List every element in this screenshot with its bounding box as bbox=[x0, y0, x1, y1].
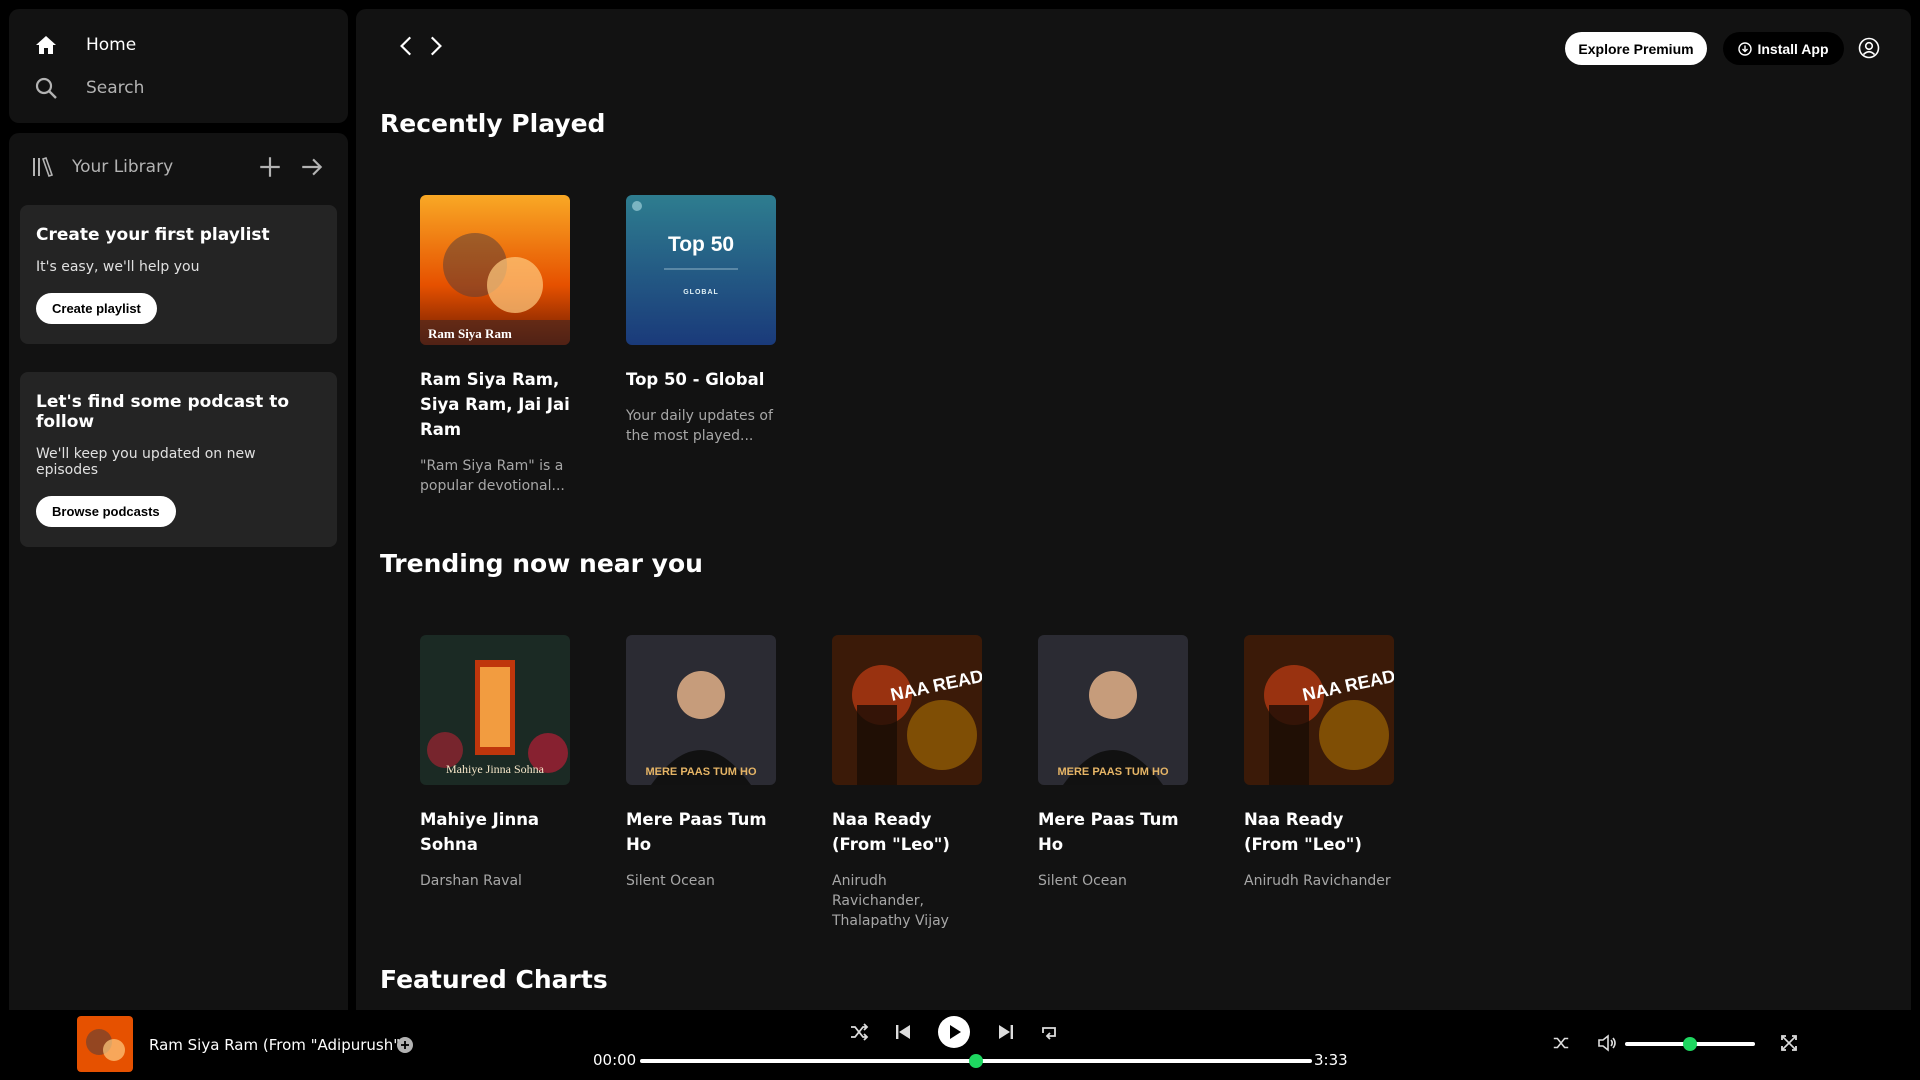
volume-handle[interactable] bbox=[1683, 1037, 1697, 1051]
recent-item-title: Top 50 - Global bbox=[626, 370, 765, 389]
recent-item-top-50-global[interactable]: Top 50 GLOBAL Top 50 - Global Your daily… bbox=[626, 195, 776, 446]
trending-item-title: Naa Ready (From "Leo") bbox=[832, 810, 950, 854]
podcast-card: Let's find some podcast to follow We'll … bbox=[20, 372, 337, 547]
podcast-card-title: Let's find some podcast to follow bbox=[36, 392, 290, 432]
trending-item-naa-ready[interactable]: NAA READY Naa Ready (From "Leo") Anirudh… bbox=[1244, 635, 1394, 891]
ram-siya-ram-cover: Ram Siya Ram bbox=[420, 195, 570, 345]
mere-paas-tum-ho-cover: MERE PAAS TUM HO bbox=[1038, 635, 1188, 785]
trending-item-mahiye-jinna-sohna[interactable]: Mahiye Jinna Sohna Mahiye Jinna Sohna Da… bbox=[420, 635, 570, 891]
add-to-library-icon[interactable] bbox=[396, 1036, 414, 1054]
naa-ready-cover: NAA READY bbox=[1244, 635, 1394, 785]
naa-ready-cover: NAA READY bbox=[832, 635, 982, 785]
recent-item-subtitle: "Ram Siya Ram" is a popular devotional..… bbox=[420, 458, 565, 494]
user-icon[interactable] bbox=[1858, 37, 1880, 59]
home-icon bbox=[36, 35, 56, 54]
trending-item-title: Naa Ready (From "Leo") bbox=[1244, 810, 1362, 854]
featured-charts-title: Featured Charts bbox=[380, 965, 608, 994]
back-arrow-icon[interactable] bbox=[394, 33, 420, 59]
trending-item-title: Mere Paas Tum Ho bbox=[626, 810, 767, 854]
volume-slider[interactable] bbox=[1625, 1037, 1755, 1051]
install-app-label: Install App bbox=[1757, 40, 1829, 57]
forward-arrow-icon[interactable] bbox=[422, 33, 448, 59]
nav-home-label: Home bbox=[86, 34, 137, 55]
trending-item-title: Mahiye Jinna Sohna bbox=[420, 810, 540, 854]
fullscreen-icon[interactable] bbox=[1780, 1034, 1798, 1052]
podcast-card-subtitle: We'll keep you updated on new episodes bbox=[36, 446, 256, 478]
shuffle-small-icon[interactable] bbox=[1552, 1034, 1570, 1052]
top-50-global-cover: Top 50 GLOBAL bbox=[626, 195, 776, 345]
app-root: Home Search Your Library Create your fir… bbox=[0, 0, 1920, 1080]
library-label[interactable]: Your Library bbox=[72, 157, 241, 177]
ram-siya-ram-cover-text: Ram Siya Ram bbox=[428, 326, 512, 341]
mere-paas-cover-text: MERE PAAS TUM HO bbox=[1057, 766, 1168, 778]
trending-item-subtitle: Silent Ocean bbox=[626, 873, 715, 889]
trending-item-mere-paas-tum-ho[interactable]: MERE PAAS TUM HO Mere Paas Tum Ho Silent… bbox=[1038, 635, 1188, 891]
trending-item-subtitle: Anirudh Ravichander, Thalapathy Vijay bbox=[832, 873, 949, 929]
trending-item-naa-ready[interactable]: NAA READY Naa Ready (From "Leo") Anirudh… bbox=[832, 635, 982, 931]
mahiye-jinna-sohna-cover: Mahiye Jinna Sohna bbox=[420, 635, 570, 785]
library-panel: Your Library Create your first playlist … bbox=[9, 133, 348, 1010]
top-50-cover-subtext: GLOBAL bbox=[683, 289, 719, 296]
recent-item-ram-siya-ram[interactable]: Ram Siya Ram Ram Siya Ram, Siya Ram, Jai… bbox=[420, 195, 570, 496]
trending-item-mere-paas-tum-ho[interactable]: MERE PAAS TUM HO Mere Paas Tum Ho Silent… bbox=[626, 635, 776, 891]
player-bar: Ram Siya Ram (From "Adipurush") 00:00 3:… bbox=[0, 1010, 1920, 1080]
arrow-right-icon[interactable] bbox=[299, 154, 325, 180]
install-app-button[interactable]: Install App bbox=[1723, 32, 1844, 65]
browse-podcasts-button[interactable]: Browse podcasts bbox=[36, 496, 176, 527]
now-playing-cover[interactable] bbox=[77, 1016, 133, 1072]
repeat-icon[interactable] bbox=[1039, 1022, 1059, 1042]
previous-track-icon[interactable] bbox=[894, 1023, 912, 1041]
recently-played-title: Recently Played bbox=[380, 109, 606, 138]
nav-search[interactable]: Search bbox=[34, 66, 323, 109]
library-icon[interactable] bbox=[32, 156, 54, 178]
progress-bar[interactable] bbox=[640, 1054, 1312, 1068]
sidebar-nav: Home Search bbox=[9, 9, 348, 123]
next-track-icon[interactable] bbox=[997, 1023, 1015, 1041]
recent-item-subtitle: Your daily updates of the most played... bbox=[626, 408, 773, 444]
search-icon bbox=[35, 77, 57, 99]
top-50-cover-text: Top 50 bbox=[668, 233, 734, 256]
create-playlist-title: Create your first playlist bbox=[36, 225, 270, 245]
main-content: Explore Premium Install App Recently Pla… bbox=[356, 9, 1911, 1010]
create-playlist-button[interactable]: Create playlist bbox=[36, 293, 157, 324]
trending-item-subtitle: Darshan Raval bbox=[420, 873, 522, 889]
trending-item-subtitle: Silent Ocean bbox=[1038, 873, 1127, 889]
library-header: Your Library bbox=[20, 149, 337, 185]
now-playing-title[interactable]: Ram Siya Ram (From "Adipurush") bbox=[149, 1036, 406, 1054]
play-button[interactable] bbox=[937, 1015, 971, 1049]
progress-handle[interactable] bbox=[969, 1054, 983, 1068]
shuffle-icon[interactable] bbox=[849, 1022, 869, 1042]
mahiye-cover-text: Mahiye Jinna Sohna bbox=[446, 762, 545, 776]
mere-paas-tum-ho-cover: MERE PAAS TUM HO bbox=[626, 635, 776, 785]
create-playlist-subtitle: It's easy, we'll help you bbox=[36, 259, 200, 275]
trending-title: Trending now near you bbox=[380, 549, 703, 578]
explore-premium-button[interactable]: Explore Premium bbox=[1565, 32, 1707, 65]
nav-home[interactable]: Home bbox=[34, 23, 323, 66]
elapsed-time: 00:00 bbox=[593, 1051, 637, 1069]
trending-item-title: Mere Paas Tum Ho bbox=[1038, 810, 1179, 854]
volume-icon[interactable] bbox=[1597, 1033, 1617, 1053]
track-duration: 3:33 bbox=[1314, 1051, 1348, 1069]
nav-search-label: Search bbox=[86, 77, 145, 98]
download-circle-icon bbox=[1738, 41, 1753, 56]
trending-item-subtitle: Anirudh Ravichander bbox=[1244, 873, 1391, 889]
recent-item-title: Ram Siya Ram, Siya Ram, Jai Jai Ram bbox=[420, 370, 570, 439]
add-icon[interactable] bbox=[257, 154, 283, 180]
create-playlist-card: Create your first playlist It's easy, we… bbox=[20, 205, 337, 344]
mere-paas-cover-text: MERE PAAS TUM HO bbox=[645, 766, 756, 778]
top-bar: Explore Premium Install App bbox=[356, 9, 1911, 89]
